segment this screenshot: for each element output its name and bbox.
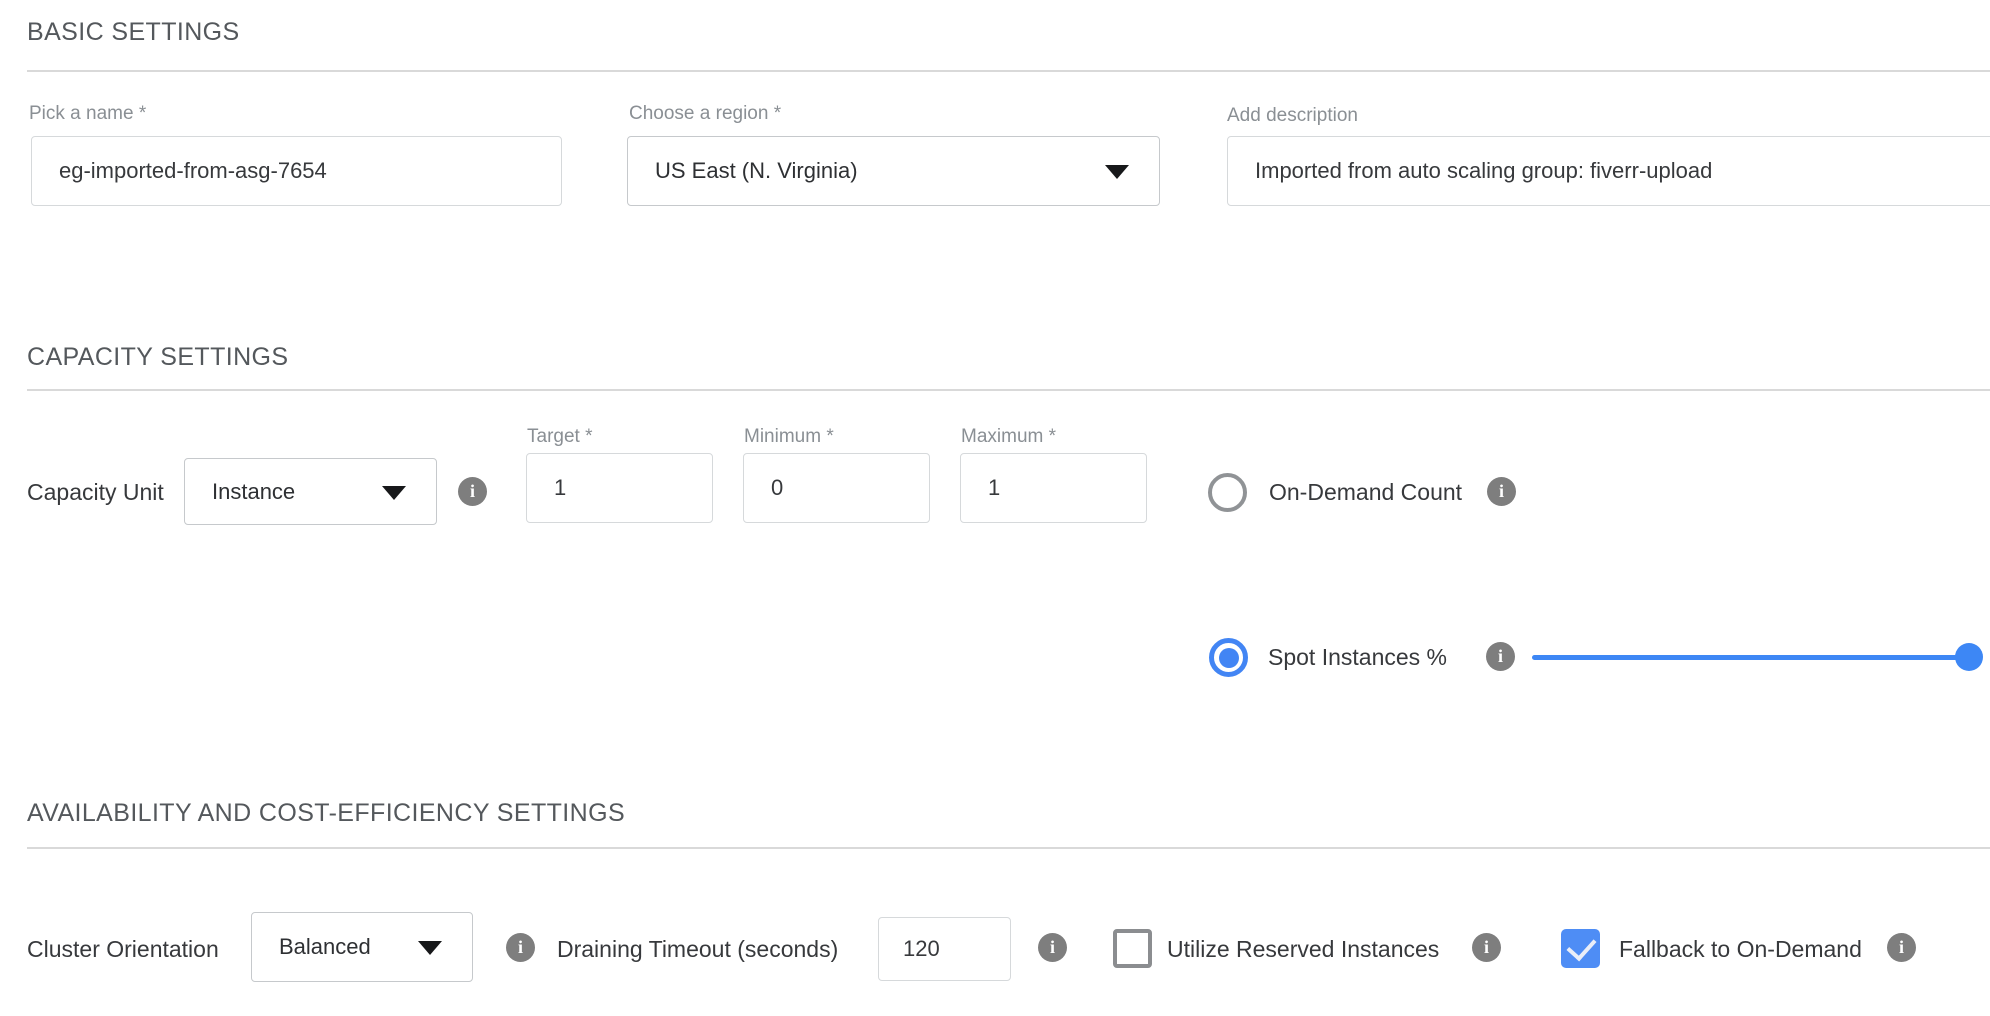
dropdown-caret-icon	[1105, 165, 1129, 179]
fallback-to-on-demand-label[interactable]: Fallback to On-Demand	[1619, 936, 1862, 963]
section-divider	[27, 70, 1990, 72]
fallback-to-on-demand-checkbox[interactable]	[1561, 929, 1600, 968]
cluster-orientation-label: Cluster Orientation	[27, 936, 219, 963]
utilize-reserved-instances-label[interactable]: Utilize Reserved Instances	[1167, 936, 1439, 963]
spot-instances-radio-label[interactable]: Spot Instances %	[1268, 644, 1447, 671]
elastigroup-settings-form: BASIC SETTINGS Pick a name * Choose a re…	[0, 0, 1990, 1016]
capacity-unit-label: Capacity Unit	[27, 479, 164, 506]
minimum-field-label: Minimum *	[744, 426, 834, 448]
section-title-capacity-settings: CAPACITY SETTINGS	[27, 343, 288, 372]
cluster-orientation-info-icon[interactable]: i	[506, 933, 535, 962]
maximum-field-label: Maximum *	[961, 426, 1056, 448]
region-select-value: US East (N. Virginia)	[655, 158, 858, 184]
spot-instances-radio[interactable]	[1209, 638, 1248, 677]
capacity-unit-info-icon[interactable]: i	[458, 477, 487, 506]
spot-instances-info-icon[interactable]: i	[1486, 642, 1515, 671]
fallback-to-on-demand-info-icon[interactable]: i	[1887, 933, 1916, 962]
maximum-input[interactable]	[960, 453, 1147, 523]
section-divider	[27, 847, 1990, 849]
region-field-label: Choose a region *	[629, 103, 781, 125]
dropdown-caret-icon	[418, 941, 442, 955]
name-input[interactable]	[31, 136, 562, 206]
utilize-reserved-instances-checkbox[interactable]	[1113, 929, 1152, 968]
dropdown-caret-icon	[382, 486, 406, 500]
on-demand-count-radio-label[interactable]: On-Demand Count	[1269, 479, 1462, 506]
radio-dot-icon	[1219, 648, 1239, 668]
section-title-availability-settings: AVAILABILITY AND COST-EFFICIENCY SETTING…	[27, 799, 625, 828]
section-title-basic-settings: BASIC SETTINGS	[27, 18, 240, 47]
target-input[interactable]	[526, 453, 713, 523]
on-demand-count-info-icon[interactable]: i	[1487, 477, 1516, 506]
section-divider	[27, 389, 1990, 391]
draining-timeout-label: Draining Timeout (seconds)	[557, 936, 838, 963]
description-field-label: Add description	[1227, 105, 1358, 127]
cluster-orientation-select[interactable]: Balanced	[251, 912, 473, 982]
capacity-unit-select-value: Instance	[212, 479, 295, 505]
minimum-input[interactable]	[743, 453, 930, 523]
capacity-unit-select[interactable]: Instance	[184, 458, 437, 525]
region-select[interactable]: US East (N. Virginia)	[627, 136, 1160, 206]
on-demand-count-radio[interactable]	[1208, 473, 1247, 512]
draining-timeout-input[interactable]	[878, 917, 1011, 981]
utilize-reserved-instances-info-icon[interactable]: i	[1472, 933, 1501, 962]
name-field-label: Pick a name *	[29, 103, 146, 125]
target-field-label: Target *	[527, 426, 592, 448]
description-input[interactable]	[1227, 136, 1990, 206]
spot-slider-track-fill[interactable]	[1532, 655, 1969, 660]
spot-percentage-slider[interactable]	[1532, 642, 1969, 672]
cluster-orientation-select-value: Balanced	[279, 934, 371, 960]
spot-slider-thumb[interactable]	[1955, 643, 1983, 671]
draining-timeout-info-icon[interactable]: i	[1038, 933, 1067, 962]
checkmark-icon	[1566, 931, 1596, 962]
